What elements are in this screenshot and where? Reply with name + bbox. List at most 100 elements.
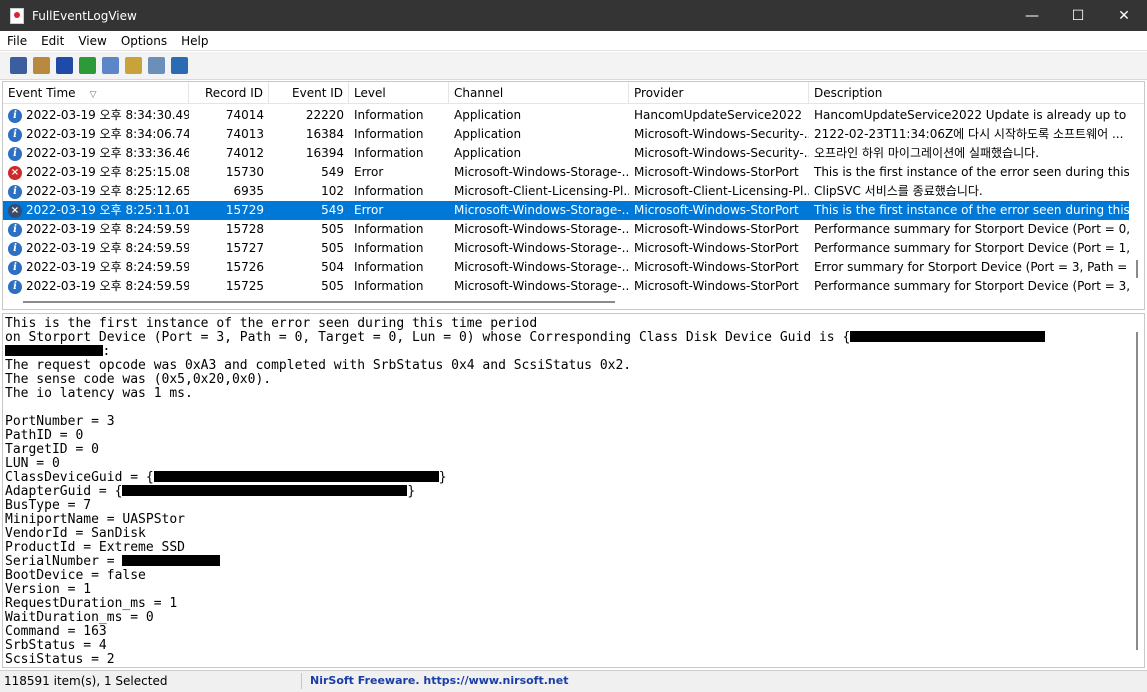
cell-provider: Microsoft-Windows-StorPort bbox=[634, 165, 799, 179]
cell-level: Information bbox=[354, 108, 424, 122]
column-provider[interactable]: Provider bbox=[629, 82, 809, 104]
detail-line: : bbox=[5, 345, 1125, 359]
list-vertical-scroll-thumb[interactable] bbox=[1136, 260, 1138, 278]
cell-description: 오프라인 하위 마이그레이션에 실패했습니다. bbox=[814, 146, 1040, 160]
detail-line: TargetID = 0 bbox=[5, 443, 1125, 457]
cell-description: Performance summary for Storport Device … bbox=[814, 222, 1129, 236]
information-icon: i bbox=[8, 128, 22, 142]
cell-provider: Microsoft-Client-Licensing-Pl... bbox=[634, 184, 809, 198]
cell-event-time: 2022-03-19 오후 8:34:30.499 bbox=[26, 108, 189, 122]
detail-line: SerialNumber = bbox=[5, 555, 1125, 569]
menu-file[interactable]: File bbox=[0, 34, 34, 48]
cell-event-time: 2022-03-19 오후 8:25:12.651 bbox=[26, 184, 189, 198]
detail-line: The request opcode was 0xA3 and complete… bbox=[5, 359, 1125, 373]
detail-line-suffix: } bbox=[438, 470, 447, 485]
cell-event-id: 22220 bbox=[305, 108, 344, 122]
list-vertical-scrollbar[interactable] bbox=[1130, 104, 1144, 296]
cell-channel: Application bbox=[454, 108, 522, 122]
detail-line-text: VendorId = SanDisk bbox=[5, 526, 146, 541]
copy-icon[interactable] bbox=[102, 57, 119, 74]
minimize-button[interactable]: — bbox=[1009, 0, 1055, 31]
detail-line: ScsiStatus = 2 bbox=[5, 653, 1125, 667]
database-icon[interactable] bbox=[33, 57, 50, 74]
table-row[interactable]: i 2022-03-19 오후 8:24:59.590 15728 505 Inform… bbox=[3, 220, 1129, 239]
maximize-button[interactable]: ☐ bbox=[1055, 0, 1101, 31]
item-count-status: 118591 item(s), 1 Selected bbox=[4, 674, 168, 688]
column-channel[interactable]: Channel bbox=[449, 82, 629, 104]
menu-view[interactable]: View bbox=[71, 34, 113, 48]
detail-line: RequestDuration_ms = 1 bbox=[5, 597, 1125, 611]
column-level[interactable]: Level bbox=[349, 82, 449, 104]
menu-help[interactable]: Help bbox=[174, 34, 215, 48]
cell-event-time: 2022-03-19 오후 8:34:06.740 bbox=[26, 127, 189, 141]
refresh-icon[interactable] bbox=[79, 57, 96, 74]
cell-provider: HancomUpdateService2022 bbox=[634, 108, 802, 122]
cell-event-id: 549 bbox=[321, 165, 344, 179]
information-icon: i bbox=[8, 280, 22, 294]
detail-line: VendorId = SanDisk bbox=[5, 527, 1125, 541]
table-row[interactable]: × 2022-03-19 오후 8:25:15.082 15730 549 Error M… bbox=[3, 163, 1129, 182]
detail-line: BootDevice = false bbox=[5, 569, 1125, 583]
details-vertical-scroll-thumb[interactable] bbox=[1136, 332, 1138, 650]
table-row[interactable]: i 2022-03-19 오후 8:34:30.499 74014 22220 Info… bbox=[3, 106, 1129, 125]
cell-description: Performance summary for Storport Device … bbox=[814, 241, 1129, 255]
cell-event-id: 16384 bbox=[305, 127, 344, 141]
nirsoft-link[interactable]: NirSoft Freeware. https://www.nirsoft.ne… bbox=[310, 674, 568, 687]
cell-event-id: 505 bbox=[321, 279, 344, 293]
table-row[interactable]: i 2022-03-19 오후 8:24:59.590 15727 505 Inform… bbox=[3, 239, 1129, 258]
detail-line-text: WaitDuration_ms = 0 bbox=[5, 610, 154, 625]
detail-line: PathID = 0 bbox=[5, 429, 1125, 443]
detail-line-text: SrbStatus = 4 bbox=[5, 638, 107, 653]
detail-line-text: Command = 163 bbox=[5, 624, 107, 639]
detail-line-text: The io latency was 1 ms. bbox=[5, 386, 193, 401]
properties-icon[interactable] bbox=[125, 57, 142, 74]
event-list[interactable]: Event Time ▽ Record ID Event ID Level Cha… bbox=[2, 81, 1145, 310]
table-row[interactable]: i 2022-03-19 오후 8:24:59.590 15725 505 Inform… bbox=[3, 277, 1129, 296]
detail-line-text: PathID = 0 bbox=[5, 428, 84, 443]
detail-line-text: ProductId = Extreme SSD bbox=[5, 540, 186, 555]
find-icon[interactable] bbox=[148, 57, 165, 74]
cell-provider: Microsoft-Windows-StorPort bbox=[634, 279, 799, 293]
status-divider bbox=[301, 673, 302, 689]
column-event-id[interactable]: Event ID bbox=[269, 82, 349, 104]
menu-edit[interactable]: Edit bbox=[34, 34, 71, 48]
information-icon: i bbox=[8, 223, 22, 237]
detail-line: BusType = 7 bbox=[5, 499, 1125, 513]
cell-channel: Application bbox=[454, 127, 522, 141]
table-row[interactable]: i 2022-03-19 오후 8:24:59.590 15726 504 Inform… bbox=[3, 258, 1129, 277]
information-icon: i bbox=[8, 185, 22, 199]
cell-record-id: 74014 bbox=[225, 108, 264, 122]
event-details-pane[interactable]: This is the first instance of the error … bbox=[2, 313, 1145, 668]
table-row[interactable]: × 2022-03-19 오후 8:25:11.011 15729 549 Error M… bbox=[3, 201, 1129, 220]
detail-line: MiniportName = UASPStor bbox=[5, 513, 1125, 527]
cell-record-id: 15726 bbox=[225, 260, 264, 274]
status-bar: 118591 item(s), 1 Selected NirSoft Freew… bbox=[0, 670, 1147, 692]
cell-event-time: 2022-03-19 오후 8:24:59.590 bbox=[26, 222, 189, 236]
detail-line-text: The request opcode was 0xA3 and complete… bbox=[5, 358, 632, 373]
menu-options[interactable]: Options bbox=[114, 34, 174, 48]
close-button[interactable]: ✕ bbox=[1101, 0, 1147, 31]
cell-channel: Microsoft-Windows-Storage-... bbox=[454, 222, 629, 236]
list-horizontal-scrollbar[interactable] bbox=[3, 295, 1129, 309]
cell-record-id: 15729 bbox=[225, 203, 264, 217]
column-record-id[interactable]: Record ID bbox=[189, 82, 269, 104]
exit-icon[interactable] bbox=[171, 57, 188, 74]
window-title: FullEventLogView bbox=[32, 8, 137, 23]
information-icon: i bbox=[8, 147, 22, 161]
cell-channel: Microsoft-Client-Licensing-Pl... bbox=[454, 184, 629, 198]
cell-record-id: 6935 bbox=[233, 184, 264, 198]
table-row[interactable]: i 2022-03-19 오후 8:34:06.740 74013 16384 Info… bbox=[3, 125, 1129, 144]
details-vertical-scrollbar[interactable] bbox=[1130, 314, 1144, 667]
list-horizontal-scroll-thumb[interactable] bbox=[23, 301, 615, 303]
detail-line bbox=[5, 401, 1125, 415]
column-event-time[interactable]: Event Time ▽ bbox=[3, 82, 189, 104]
redacted-block bbox=[122, 555, 220, 566]
save-icon[interactable] bbox=[56, 57, 73, 74]
cell-event-time: 2022-03-19 오후 8:24:59.590 bbox=[26, 279, 189, 293]
table-row[interactable]: i 2022-03-19 오후 8:33:36.464 74012 16394 Info… bbox=[3, 144, 1129, 163]
error-icon: × bbox=[8, 204, 22, 218]
column-description[interactable]: Description bbox=[809, 82, 1144, 104]
table-row[interactable]: i 2022-03-19 오후 8:25:12.651 6935 102 Informa… bbox=[3, 182, 1129, 201]
html-report-icon[interactable] bbox=[10, 57, 27, 74]
information-icon: i bbox=[8, 109, 22, 123]
